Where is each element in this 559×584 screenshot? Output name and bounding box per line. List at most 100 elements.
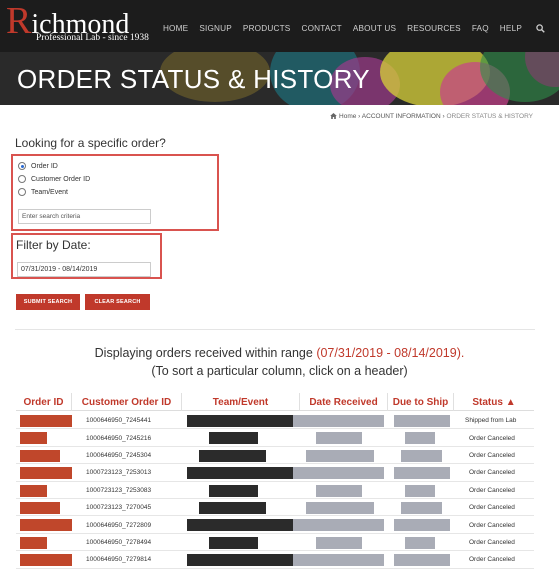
clear-search-button[interactable]: CLEAR SEARCH [85, 294, 150, 310]
nav-home[interactable]: HOME [163, 24, 188, 36]
breadcrumb: Home › ACCOUNT INFORMATION › ORDER STATU… [330, 113, 533, 120]
sort-hint: (To sort a particular column, click on a… [151, 364, 408, 378]
breadcrumb-current: ORDER STATUS & HISTORY [446, 113, 533, 120]
redacted-team-event [187, 519, 307, 532]
redacted-team-event [199, 502, 266, 514]
date-range-input[interactable]: 07/31/2019 - 08/14/2019 [17, 262, 151, 277]
redacted-team-event [187, 467, 307, 480]
search-icon[interactable] [536, 24, 545, 36]
search-question: Looking for a specific order? [15, 136, 166, 150]
redacted-due-to-ship [405, 432, 435, 445]
table-row[interactable]: 1000723123_7253013 Order Canceled [16, 464, 534, 482]
home-icon[interactable] [330, 113, 339, 120]
radio-button-checked[interactable] [18, 162, 26, 170]
redacted-due-to-ship [394, 415, 450, 427]
nav-contact[interactable]: CONTACT [301, 24, 341, 36]
page-title: ORDER STATUS & HISTORY [17, 64, 370, 94]
redacted-date-received [316, 432, 362, 445]
date-filter-highlight: Filter by Date: 07/31/2019 - 08/14/2019 [11, 233, 162, 279]
redacted-due-to-ship [405, 536, 435, 549]
redacted-due-to-ship [394, 467, 450, 480]
radio-order-id[interactable]: Order ID [18, 162, 58, 170]
header-due-to-ship[interactable]: Due to Ship [388, 393, 454, 411]
divider [15, 329, 535, 330]
header-customer-order-id[interactable]: Customer Order ID [72, 393, 182, 411]
redacted-date-received [316, 484, 362, 497]
redacted-order-id[interactable] [20, 554, 72, 567]
status-text: Order Canceled [469, 504, 515, 512]
redacted-order-id[interactable] [20, 467, 72, 480]
redacted-order-id[interactable] [20, 449, 60, 462]
redacted-due-to-ship [394, 519, 450, 532]
table-row[interactable]: 1000646950_7245441 Shipped from Lab [16, 412, 534, 430]
search-options-highlight: Order ID Customer Order ID Team/Event En… [11, 154, 219, 231]
status-text: Order Canceled [469, 538, 515, 546]
main-nav: HOME SIGNUP PRODUCTS CONTACT ABOUT US RE… [152, 24, 545, 36]
search-criteria-input[interactable]: Enter search criteria [18, 209, 151, 224]
redacted-team-event [187, 415, 307, 427]
table-header: Order ID Customer Order ID Team/Event Da… [16, 393, 534, 411]
redacted-order-id[interactable] [20, 502, 60, 514]
nav-products[interactable]: PRODUCTS [243, 24, 291, 36]
header-status[interactable]: Status ▲ [454, 393, 534, 411]
status-text: Order Canceled [469, 521, 515, 529]
page-banner: ORDER STATUS & HISTORY [0, 52, 559, 105]
status-text: Order Canceled [469, 434, 515, 442]
submit-search-button[interactable]: SUBMIT SEARCH [16, 294, 80, 310]
status-text: Order Canceled [469, 556, 515, 564]
redacted-order-id[interactable] [20, 484, 47, 497]
redacted-date-received [293, 415, 384, 427]
redacted-date-received [293, 554, 384, 567]
redacted-due-to-ship [401, 449, 442, 462]
redacted-order-id[interactable] [20, 432, 47, 445]
radio-customer-order-id[interactable]: Customer Order ID [18, 175, 90, 183]
redacted-due-to-ship [405, 484, 435, 497]
radio-team-event[interactable]: Team/Event [18, 188, 68, 196]
nav-signup[interactable]: SIGNUP [199, 24, 232, 36]
table-row[interactable]: 1000646950_7245216 Order Canceled [16, 429, 534, 447]
table-row[interactable]: 1000723123_7270045 Order Canceled [16, 499, 534, 517]
table-row[interactable]: 1000646950_7245304 Order Canceled [16, 447, 534, 465]
results-range-text: Displaying orders received within range … [94, 346, 465, 360]
breadcrumb-home[interactable]: Home [339, 113, 356, 120]
nav-help[interactable]: HELP [500, 24, 522, 36]
redacted-order-id[interactable] [20, 415, 72, 427]
redacted-date-received [293, 467, 384, 480]
redacted-date-received [316, 536, 362, 549]
redacted-date-received [306, 449, 374, 462]
nav-resources[interactable]: RESOURCES [407, 24, 461, 36]
nav-about-us[interactable]: ABOUT US [353, 24, 396, 36]
status-text: Order Canceled [469, 469, 515, 477]
redacted-team-event [187, 554, 307, 567]
redacted-order-id[interactable] [20, 536, 47, 549]
breadcrumb-account[interactable]: ACCOUNT INFORMATION [362, 113, 441, 120]
richmond-logo[interactable]: Richmond Professional Lab - since 1938 [6, 2, 149, 43]
table-row[interactable]: 1000646950_7272809 Order Canceled [16, 516, 534, 534]
redacted-due-to-ship [394, 554, 450, 567]
table-row[interactable]: 1000646950_7278494 Order Canceled [16, 534, 534, 552]
redacted-date-received [306, 502, 374, 514]
status-text: Shipped from Lab [465, 417, 517, 425]
header-order-id[interactable]: Order ID [16, 393, 72, 411]
header-date-received[interactable]: Date Received [300, 393, 388, 411]
logo-letter: R [6, 0, 32, 42]
table-row[interactable]: 1000646950_7279814 Order Canceled [16, 551, 534, 569]
logo-tagline: Professional Lab - since 1938 [36, 33, 149, 43]
header-team-event[interactable]: Team/Event [182, 393, 300, 411]
status-text: Order Canceled [469, 486, 515, 494]
results-range: (07/31/2019 - 08/14/2019). [316, 346, 465, 360]
radio-button[interactable] [18, 188, 26, 196]
table-row[interactable]: 1000723123_7253083 Order Canceled [16, 482, 534, 499]
status-text: Order Canceled [469, 451, 515, 459]
redacted-team-event [199, 449, 266, 462]
redacted-due-to-ship [401, 502, 442, 514]
radio-button[interactable] [18, 175, 26, 183]
redacted-team-event [209, 484, 258, 497]
filter-label: Filter by Date: [16, 238, 91, 252]
redacted-order-id[interactable] [20, 519, 72, 532]
nav-faq[interactable]: FAQ [472, 24, 489, 36]
top-navbar: Richmond Professional Lab - since 1938 H… [0, 0, 559, 52]
redacted-team-event [209, 432, 258, 445]
redacted-date-received [293, 519, 384, 532]
redacted-team-event [209, 536, 258, 549]
